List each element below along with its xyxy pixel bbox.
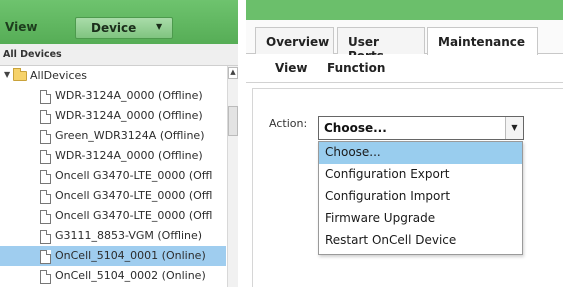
scrollbar-thumb[interactable] [228, 106, 238, 136]
tree-scrollbar[interactable]: ▲ [227, 66, 238, 287]
tree-root-all-devices[interactable]: ▼ AllDevices [0, 66, 226, 86]
tree-item-label: WDR-3124A_0000 (Offline) [55, 89, 203, 102]
device-file-icon [40, 90, 51, 104]
tree-item[interactable]: Oncell G3470-LTE_0000 (Offl [0, 166, 226, 186]
tree-item[interactable]: WDR-3124A_0000 (Offline) [0, 146, 226, 166]
menu-item-choose[interactable]: Choose... [319, 142, 522, 164]
folder-icon [13, 68, 27, 81]
tree-item-label: OnCell_5104_0001 (Online) [55, 249, 206, 262]
all-devices-label: All Devices [3, 49, 62, 60]
tree-root-label: AllDevices [30, 69, 87, 82]
device-file-icon [40, 210, 51, 224]
tree-item-label: Oncell G3470-LTE_0000 (Offl [55, 209, 213, 222]
device-file-icon [40, 130, 51, 144]
device-dropdown-label: Device [91, 21, 137, 35]
tree-item-label: Oncell G3470-LTE_0000 (Offl [55, 169, 213, 182]
view-bar: View Device ▼ [0, 0, 238, 44]
tree-item-label: G3111_8853-VGM (Offline) [55, 229, 203, 242]
device-tree: ▼ AllDevices WDR-3124A_0000 (Offline) WD… [0, 66, 226, 287]
tree-item[interactable]: Oncell G3470-LTE_0000 (Offl [0, 206, 226, 226]
device-file-icon [40, 110, 51, 124]
device-file-icon [40, 270, 51, 284]
device-file-icon [40, 250, 51, 264]
chevron-down-icon[interactable]: ▼ [505, 117, 523, 139]
tree-item-label: WDR-3124A_0000 (Offline) [55, 109, 203, 122]
tab-user-ports[interactable]: User Ports [337, 27, 425, 63]
tab-maintenance[interactable]: Maintenance [427, 27, 538, 55]
tree-item[interactable]: G3111_8853-VGM (Offline) [0, 226, 226, 246]
tree-item-label: OnCell_5104_0002 (Online) [55, 269, 206, 282]
device-dropdown[interactable]: Device ▼ [75, 17, 173, 39]
device-file-icon [40, 150, 51, 164]
expand-arrow-icon[interactable]: ▼ [4, 70, 10, 79]
view-label: View [5, 20, 38, 34]
tab-strip: Overview User Ports Maintenance [246, 20, 563, 63]
chevron-down-icon: ▼ [156, 22, 163, 31]
tab-overview[interactable]: Overview [255, 27, 334, 54]
tree-item[interactable]: WDR-3124A_0000 (Offline) [0, 86, 226, 106]
subtab-function[interactable]: Function [327, 61, 385, 75]
menu-item-restart-oncell-device[interactable]: Restart OnCell Device [319, 230, 522, 252]
scroll-up-arrow-icon[interactable]: ▲ [228, 67, 238, 79]
device-file-icon [40, 230, 51, 244]
menu-item-configuration-export[interactable]: Configuration Export [319, 164, 522, 186]
right-top-bar [246, 0, 563, 20]
tree-item-selected[interactable]: OnCell_5104_0001 (Online) [0, 246, 226, 266]
all-devices-header: All Devices [0, 44, 238, 66]
device-file-icon [40, 190, 51, 204]
device-file-icon [40, 170, 51, 184]
action-dropdown-menu: Choose... Configuration Export Configura… [318, 141, 523, 255]
subtab-view[interactable]: View [275, 61, 307, 75]
subtab-strip: View Function [246, 55, 563, 83]
device-tree-panel: View Device ▼ All Devices ▼ AllDevices W… [0, 0, 238, 287]
tree-item-label: WDR-3124A_0000 (Offline) [55, 149, 203, 162]
tree-item[interactable]: OnCell_5104_0002 (Online) [0, 266, 226, 286]
action-select-value: Choose... [324, 121, 387, 135]
action-select[interactable]: Choose... ▼ [318, 116, 524, 140]
menu-item-firmware-upgrade[interactable]: Firmware Upgrade [319, 208, 522, 230]
tree-item[interactable]: Green_WDR3124A (Offline) [0, 126, 226, 146]
tree-item-label: Green_WDR3124A (Offline) [55, 129, 205, 142]
tree-item-label: Oncell G3470-LTE_0000 (Offl [55, 189, 213, 202]
tree-item[interactable]: Oncell G3470-LTE_0000 (Offl [0, 186, 226, 206]
tree-item[interactable]: WDR-3124A_0000 (Offline) [0, 106, 226, 126]
menu-item-configuration-import[interactable]: Configuration Import [319, 186, 522, 208]
action-label: Action: [269, 117, 308, 130]
